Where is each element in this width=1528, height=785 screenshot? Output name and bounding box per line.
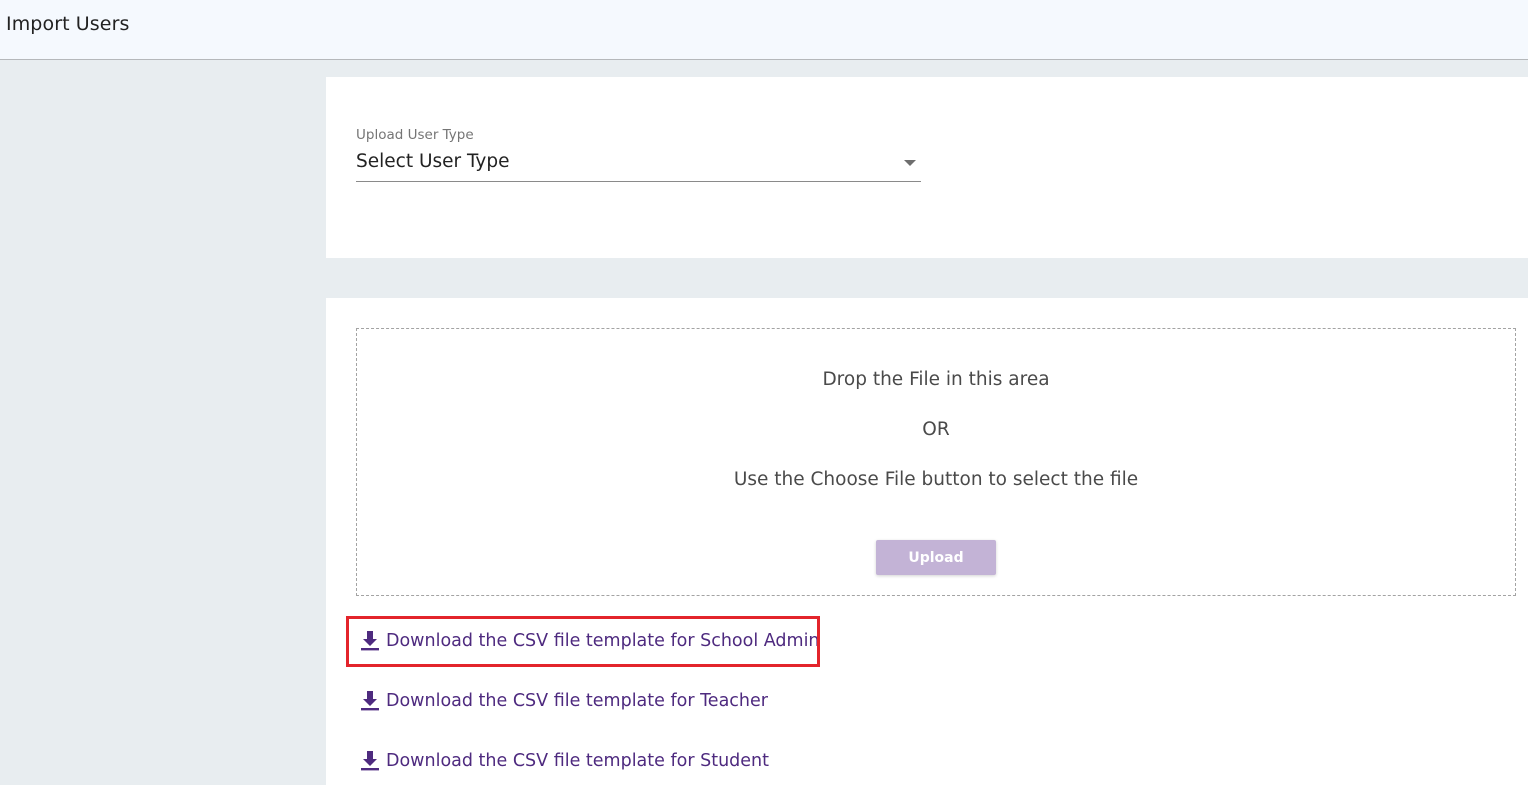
user-type-card: Upload User Type Select User Type	[326, 77, 1528, 258]
download-icon	[361, 631, 379, 651]
chevron-down-icon[interactable]	[904, 160, 916, 166]
upload-card: Drop the File in this area OR Use the Ch…	[326, 298, 1528, 785]
dropzone-choose-file-hint: Use the Choose File button to select the…	[733, 469, 1139, 490]
download-link-label: Download the CSV file template for Stude…	[386, 751, 769, 771]
page-header: Import Users	[0, 0, 1528, 60]
download-template-school-admin-link[interactable]: Download the CSV file template for Schoo…	[360, 628, 820, 654]
download-link-label: Download the CSV file template for Teach…	[386, 691, 768, 711]
download-template-student-link[interactable]: Download the CSV file template for Stude…	[360, 748, 769, 774]
user-type-select-label: Upload User Type	[356, 127, 474, 143]
page-title: Import Users	[6, 13, 130, 35]
dropzone-or-separator: OR	[922, 419, 950, 440]
download-icon	[361, 751, 379, 771]
user-type-select-value: Select User Type	[356, 151, 510, 172]
dropzone-instruction: Drop the File in this area	[822, 369, 1050, 390]
file-dropzone[interactable]: Drop the File in this area OR Use the Ch…	[356, 328, 1516, 596]
download-template-teacher-link[interactable]: Download the CSV file template for Teach…	[360, 688, 768, 714]
user-type-select[interactable]: Select User Type	[356, 149, 921, 182]
upload-button[interactable]: Upload	[876, 540, 996, 575]
download-icon	[361, 691, 379, 711]
download-link-label: Download the CSV file template for Schoo…	[386, 631, 820, 651]
